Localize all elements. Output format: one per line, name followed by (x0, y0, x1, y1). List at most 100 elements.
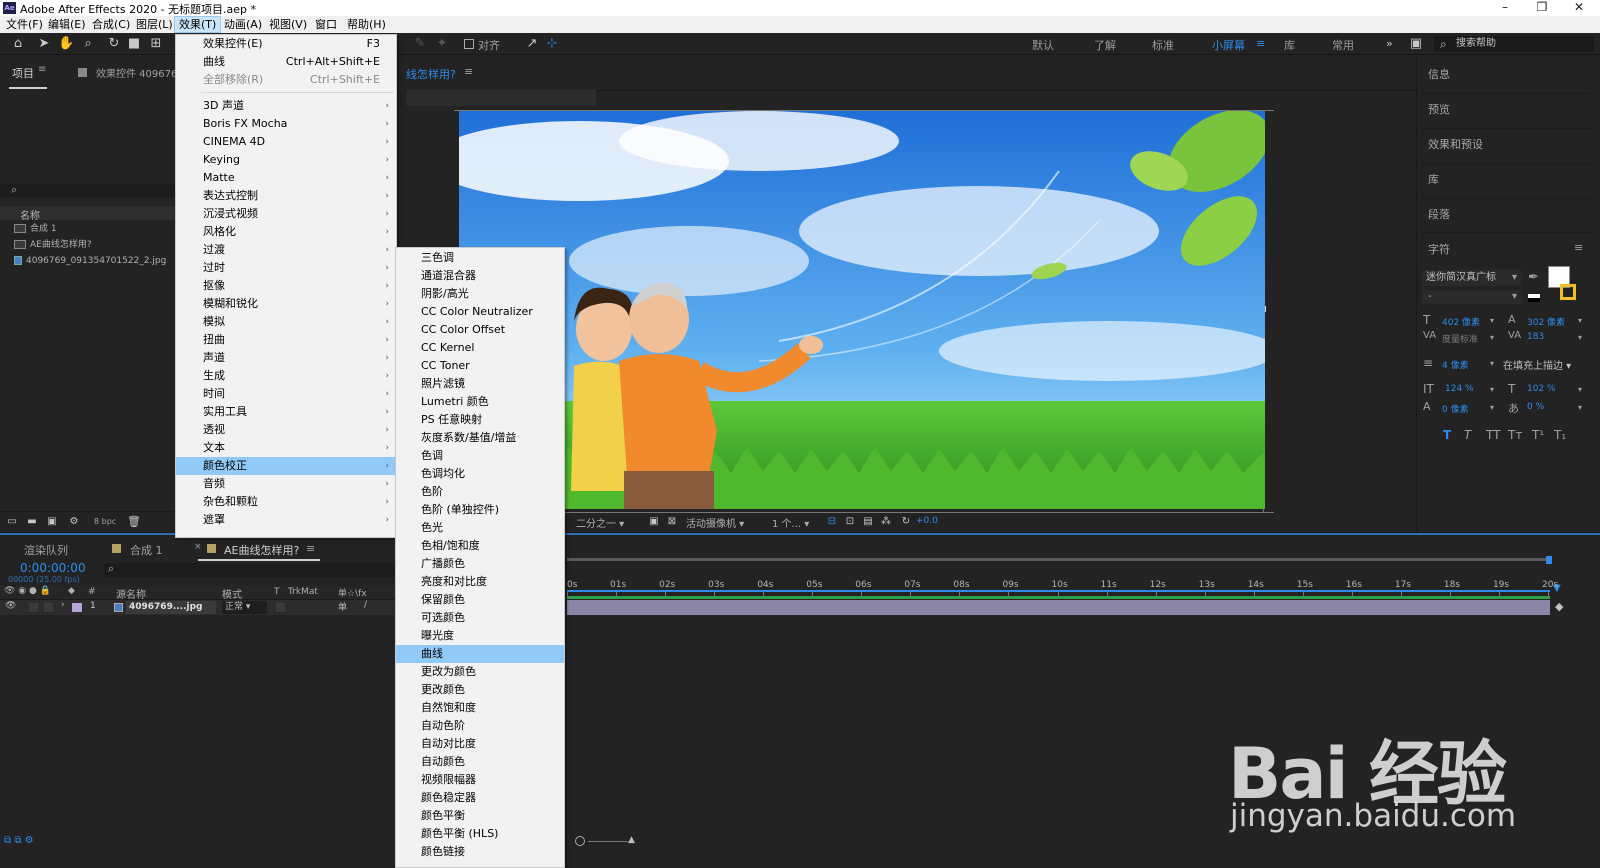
font-size-value[interactable]: 402 像素 (1442, 315, 1480, 328)
menu-item-category[interactable]: CINEMA 4D › (176, 133, 396, 151)
stroke-width-value[interactable]: 4 像素 (1442, 358, 1469, 371)
superscript-button[interactable]: T¹ (1532, 428, 1544, 442)
submenu-item-effect[interactable]: 色阶 (396, 483, 564, 501)
views-dropdown[interactable]: 1 个... ▾ (772, 515, 809, 530)
column-name[interactable]: 名称 (20, 207, 40, 222)
submenu-item-effect[interactable]: 三色调 (396, 249, 564, 267)
menu-item-category[interactable]: 生成 › (176, 367, 396, 385)
submenu-item-effect[interactable]: 更改为颜色 (396, 663, 564, 681)
toggle-pixel-aspect-icon[interactable]: ⊡ (842, 514, 858, 530)
submenu-item-effect[interactable]: 更改颜色 (396, 681, 564, 699)
close-button[interactable]: ✕ (1562, 0, 1596, 16)
composition-menu-icon[interactable]: ≡ (464, 65, 473, 78)
audio-toggle[interactable] (29, 603, 38, 612)
camera-tool-icon[interactable]: ■ (126, 36, 142, 52)
submenu-item-effect[interactable]: 颜色平衡 (396, 807, 564, 825)
submenu-item-effect[interactable]: 广播颜色 (396, 555, 564, 573)
eyedropper-icon[interactable]: ✒ (1528, 270, 1539, 285)
submenu-item-effect[interactable]: 自动颜色 (396, 753, 564, 771)
work-area-bar[interactable] (567, 558, 1550, 561)
submenu-item-effect[interactable]: 灰度系数/基值/增益 (396, 429, 564, 447)
interpret-footage-icon[interactable]: ▭ (4, 514, 20, 530)
menu-item-category[interactable]: 时间 › (176, 385, 396, 403)
timeline-search-input[interactable] (104, 563, 394, 577)
submenu-item-effect[interactable]: 自动对比度 (396, 735, 564, 753)
submenu-item-effect[interactable]: 照片滤镜 (396, 375, 564, 393)
zoom-tool-icon[interactable]: ⌕ (80, 36, 96, 52)
menu-item-category[interactable]: 扭曲 › (176, 331, 396, 349)
reset-exposure-icon[interactable]: ↻ (898, 514, 914, 530)
workspace-common[interactable]: 常用 (1332, 37, 1354, 53)
layer-row[interactable]: 👁 › 1 4096769....jpg 正常 ▾ 单 / (0, 600, 400, 615)
submenu-item-effect[interactable]: 色调均化 (396, 465, 564, 483)
camera-dropdown[interactable]: 活动摄像机 ▾ (686, 515, 744, 530)
menu-item-category[interactable]: 音频 › (176, 475, 396, 493)
small-caps-button[interactable]: Tт (1508, 428, 1522, 442)
solo-toggle[interactable] (44, 603, 53, 612)
submenu-item-effect[interactable]: PS 任意映射 (396, 411, 564, 429)
transparency-grid-icon[interactable]: ⊠ (664, 514, 680, 530)
minimize-button[interactable]: – (1488, 0, 1522, 16)
menu-item-category[interactable]: 颜色校正 › (176, 457, 396, 475)
restore-button[interactable]: ❐ (1525, 0, 1559, 16)
panel-libraries[interactable]: 库 (1428, 171, 1439, 187)
menu-view[interactable]: 视图(V) (265, 16, 311, 33)
project-search-field[interactable] (0, 184, 176, 197)
rotate-tool-icon[interactable]: ↻ (106, 36, 122, 52)
panel-info[interactable]: 信息 (1428, 66, 1450, 82)
menu-item-category[interactable]: 实用工具 › (176, 403, 396, 421)
tab-composition[interactable]: 线怎样用? (406, 66, 456, 82)
submenu-item-effect[interactable]: 阴影/高光 (396, 285, 564, 303)
submenu-item-effect[interactable]: 色光 (396, 519, 564, 537)
menu-animation[interactable]: 动画(A) (220, 16, 266, 33)
submenu-item-effect[interactable]: 色相/饱和度 (396, 537, 564, 555)
menu-item-category[interactable]: 沉浸式视频 › (176, 205, 396, 223)
menu-item-remove-all[interactable]: 全部移除(R) Ctrl+Shift+E (176, 71, 396, 89)
project-item[interactable]: AE曲线怎样用? (14, 238, 92, 252)
project-item[interactable]: 合成 1 (14, 222, 57, 236)
bit-depth-label[interactable]: 8 bpc (94, 517, 116, 526)
zoom-in-icon[interactable]: ▲ (628, 835, 635, 845)
character-panel-menu-icon[interactable]: ≡ (1574, 241, 1583, 254)
zoom-slider-handle[interactable] (575, 836, 585, 846)
layer-label-color[interactable] (72, 603, 82, 612)
submenu-item-effect[interactable]: 色阶 (单独控件) (396, 501, 564, 519)
tsume-value[interactable]: 0 % (1527, 402, 1544, 412)
subscript-button[interactable]: T₁ (1554, 428, 1566, 442)
menu-item-category[interactable]: 过时 › (176, 259, 396, 277)
leading-value[interactable]: 302 像素 (1527, 315, 1565, 328)
current-timecode[interactable]: 0:00:00:00 (20, 561, 86, 575)
timeline-icon[interactable]: ▤ (860, 514, 876, 530)
menu-item-category[interactable]: 模拟 › (176, 313, 396, 331)
menu-help[interactable]: 帮助(H) (343, 16, 390, 33)
baseline-shift-value[interactable]: 0 像素 (1442, 402, 1469, 415)
faux-italic-button[interactable]: T (1464, 428, 1471, 442)
menu-item-category[interactable]: 杂色和颗粒 › (176, 493, 396, 511)
submenu-item-effect[interactable]: 颜色稳定器 (396, 789, 564, 807)
exposure-value[interactable]: +0.0 (916, 516, 938, 526)
panel-effects-presets[interactable]: 效果和预设 (1428, 136, 1483, 152)
visibility-eye-icon[interactable]: 👁 (5, 601, 16, 611)
tracking-value[interactable]: 183 (1527, 332, 1544, 342)
workspace-standard[interactable]: 标准 (1152, 37, 1174, 53)
workspace-learn[interactable]: 了解 (1094, 37, 1116, 53)
submenu-item-effect[interactable]: 视频限幅器 (396, 771, 564, 789)
close-tab-icon[interactable]: × (194, 542, 202, 552)
submenu-item-effect[interactable]: 颜色平衡 (HLS) (396, 825, 564, 843)
snapping-grid-icon[interactable]: ⊹ (544, 36, 560, 52)
puppet-tool-icon[interactable]: ✦ (434, 36, 450, 52)
comp-marker-icon[interactable]: ◆ (1555, 600, 1563, 613)
submenu-item-effect[interactable]: 保留颜色 (396, 591, 564, 609)
menu-layer[interactable]: 图层(L) (132, 16, 177, 33)
flowchart-icon[interactable]: ⁂ (878, 514, 894, 530)
layer-name[interactable]: 4096769....jpg (126, 601, 216, 614)
submenu-item-effect[interactable]: 曲线 (396, 645, 564, 663)
menu-item-category[interactable]: 透视 › (176, 421, 396, 439)
home-icon[interactable]: ⌂ (10, 36, 26, 52)
menu-item-category[interactable]: 遮罩 › (176, 511, 396, 529)
align-checkbox[interactable] (464, 39, 474, 49)
hand-tool-icon[interactable]: ✋ (58, 36, 74, 52)
submenu-item-effect[interactable]: CC Kernel (396, 339, 564, 357)
tab-comp-1[interactable]: 合成 1 (130, 542, 163, 558)
submenu-item-effect[interactable]: 色调 (396, 447, 564, 465)
